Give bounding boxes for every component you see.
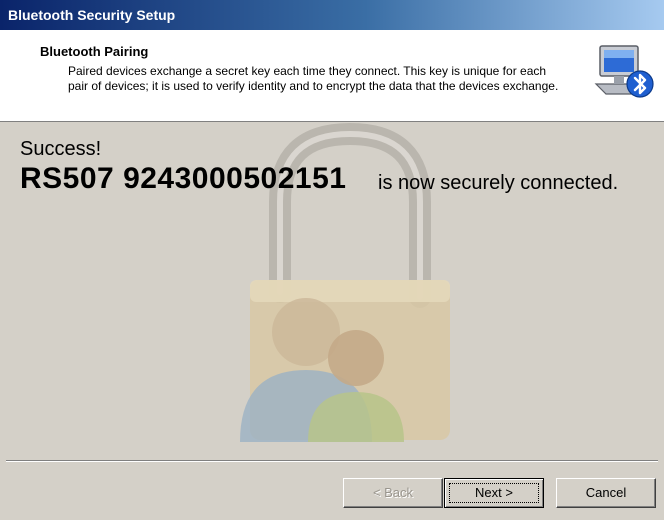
next-button[interactable]: Next > [444,478,544,508]
wizard-content: Success! RS507 9243000502151 is now secu… [0,122,664,452]
footer-divider [6,460,658,462]
wizard-header: Bluetooth Pairing Paired devices exchang… [0,30,664,122]
bluetooth-security-setup-dialog: Bluetooth Security Setup Bluetooth Pairi… [0,0,664,520]
back-button[interactable]: < Back [343,478,443,508]
header-description: Paired devices exchange a secret key eac… [68,64,559,93]
cancel-button[interactable]: Cancel [556,478,656,508]
back-button-label: < Back [372,485,414,500]
next-button-label: Next > [475,485,513,500]
success-heading: Success! [20,138,102,160]
header-title: Bluetooth Pairing [40,44,149,59]
bluetooth-computer-icon [592,40,656,104]
title-bar[interactable]: Bluetooth Security Setup [0,0,664,30]
device-name: RS507 9243000502151 [20,162,347,195]
connected-message: is now securely connected. [378,172,619,194]
window-title: Bluetooth Security Setup [8,7,176,23]
cancel-button-label: Cancel [585,485,627,500]
